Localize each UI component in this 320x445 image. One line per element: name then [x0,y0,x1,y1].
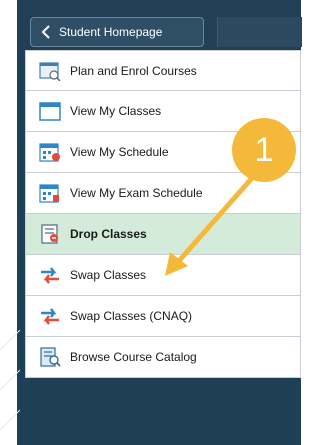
nav-menu: Plan and Enrol Courses View My Classes V… [17,50,301,378]
plan-icon [39,60,61,82]
drop-icon [39,223,61,245]
step-number-callout: 1 [232,118,296,182]
schedule-icon [39,141,61,163]
menu-item-label: Swap Classes [70,268,147,282]
menu-item-drop-classes[interactable]: Drop Classes [25,214,301,255]
step-number: 1 [254,130,274,169]
menu-item-label: View My Schedule [70,145,169,159]
student-homepage-back-button[interactable]: Student Homepage [30,17,204,47]
swap-icon [39,264,61,286]
menu-item-label: View My Exam Schedule [70,186,203,200]
menu-item-label: View My Classes [70,104,162,118]
calendar-icon [39,100,61,122]
back-button-label: Student Homepage [59,25,163,39]
menu-item-plan-and-enrol[interactable]: Plan and Enrol Courses [25,50,301,91]
background-decoration [0,330,20,431]
menu-item-label: Browse Course Catalog [70,350,197,364]
header-spacer [217,17,302,47]
exam-schedule-icon [39,182,61,204]
menu-item-label: Drop Classes [70,227,147,241]
menu-item-swap-classes[interactable]: Swap Classes [25,255,301,296]
navigation-panel: Student Homepage Plan and Enrol Courses [17,0,302,445]
menu-item-label: Swap Classes (CNAQ) [70,309,193,323]
menu-item-label: Plan and Enrol Courses [70,63,197,78]
swap-icon [39,305,61,327]
menu-item-swap-classes-cnaq[interactable]: Swap Classes (CNAQ) [25,296,301,337]
menu-item-browse-course-catalog[interactable]: Browse Course Catalog [25,337,301,378]
chevron-left-icon [37,23,55,41]
catalog-icon [39,346,61,368]
panel-header: Student Homepage [17,0,302,50]
